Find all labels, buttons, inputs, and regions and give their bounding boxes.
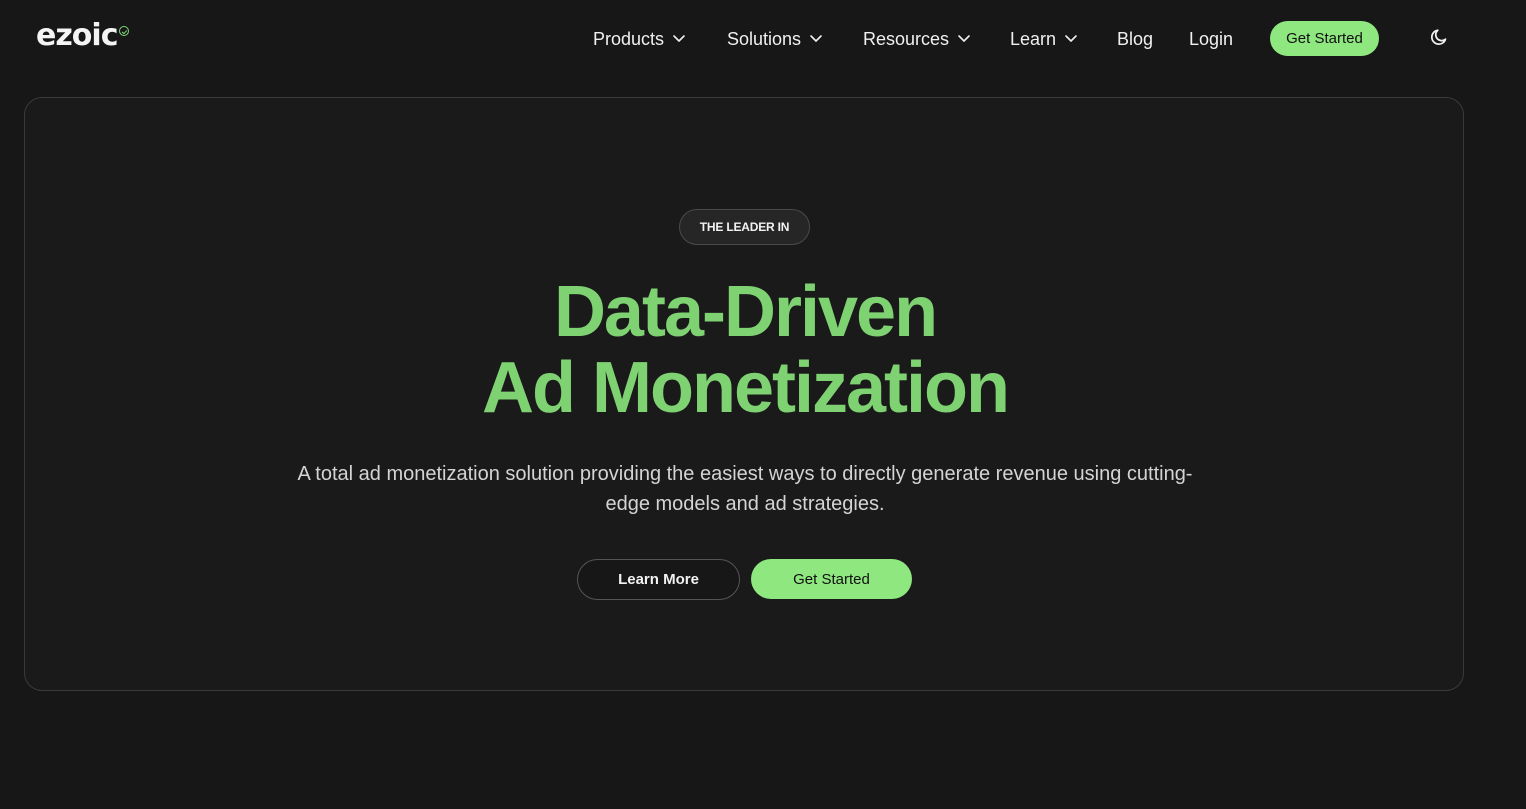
- nav-resources[interactable]: Resources: [863, 22, 971, 56]
- hero-get-started-label: Get Started: [793, 570, 870, 588]
- header-get-started-button[interactable]: Get Started: [1270, 21, 1379, 56]
- nav-blog-label: Blog: [1117, 28, 1154, 49]
- hero-description: A total ad monetization solution providi…: [297, 463, 1193, 515]
- hero-headline: Data-Driven Ad Monetization: [25, 274, 1465, 426]
- nav-solutions[interactable]: Solutions: [727, 22, 823, 56]
- logo-text: ezoic: [36, 18, 118, 53]
- hero-badge: THE LEADER IN: [679, 209, 810, 245]
- chevron-down-icon: [810, 35, 822, 42]
- moon-icon[interactable]: [1428, 26, 1450, 48]
- hero-card: THE LEADER IN Data-Driven Ad Monetizatio…: [24, 97, 1464, 691]
- logo-check-icon: [119, 26, 130, 36]
- site-header: ezoic Products Solutions Resources Learn: [0, 0, 1526, 78]
- nav-resources-label: Resources: [863, 28, 950, 49]
- learn-more-button[interactable]: Learn More: [577, 559, 740, 600]
- ezoic-logo[interactable]: ezoic: [36, 18, 130, 53]
- header-get-started-label: Get Started: [1286, 30, 1363, 47]
- nav-blog[interactable]: Blog: [1117, 22, 1153, 56]
- hero-badge-label: THE LEADER IN: [699, 220, 790, 234]
- nav-login[interactable]: Login: [1189, 22, 1233, 56]
- headline-line-1: Data-Driven: [553, 272, 938, 352]
- nav-products-label: Products: [593, 28, 665, 49]
- nav-products[interactable]: Products: [593, 22, 686, 56]
- chevron-down-icon: [1065, 35, 1077, 42]
- learn-more-label: Learn More: [618, 571, 699, 588]
- nav-learn[interactable]: Learn: [1010, 22, 1078, 56]
- chevron-down-icon: [958, 35, 970, 42]
- nav-login-label: Login: [1189, 28, 1234, 49]
- nav-learn-label: Learn: [1010, 28, 1057, 49]
- chevron-down-icon: [673, 35, 685, 42]
- nav-solutions-label: Solutions: [727, 28, 802, 49]
- headline-line-2: Ad Monetization: [482, 348, 1010, 428]
- hero-get-started-button[interactable]: Get Started: [751, 559, 912, 599]
